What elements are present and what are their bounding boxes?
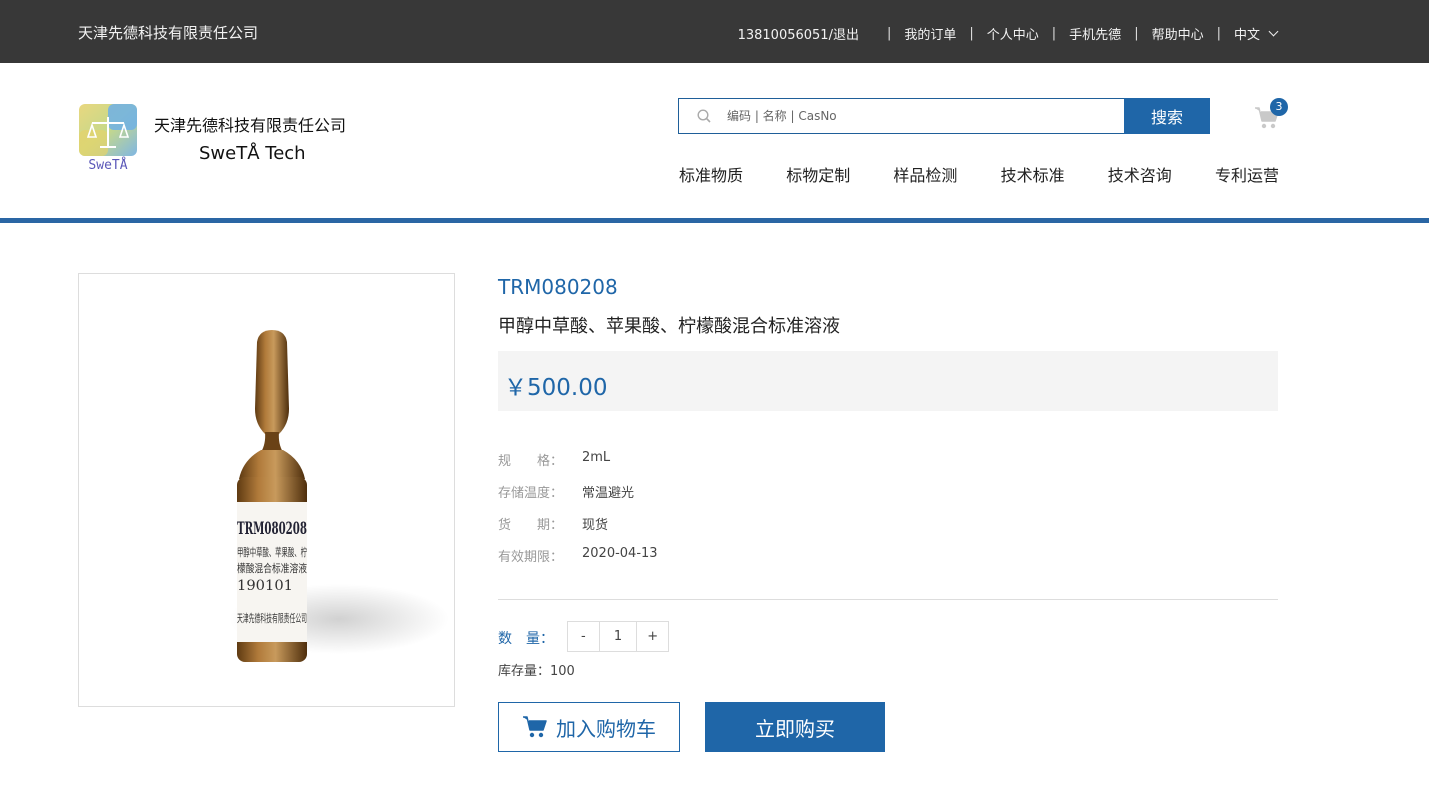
cart-count-badge: 3 bbox=[1270, 98, 1288, 116]
product-code: TRM080208 bbox=[498, 275, 618, 299]
spec-value: 2mL bbox=[582, 450, 611, 465]
language-label: 中文 bbox=[1233, 28, 1260, 43]
spec-label: 存储温度： bbox=[498, 486, 564, 501]
company-logo[interactable]: SweTÅ bbox=[78, 103, 138, 173]
vial-label-lot: 190101 bbox=[237, 578, 293, 594]
quantity-increase-button[interactable]: + bbox=[637, 622, 668, 651]
nav-item-patent-operations[interactable]: 专利运营 bbox=[1215, 162, 1279, 186]
quantity-label: 数 量： bbox=[498, 631, 554, 647]
nav-item-technical-standards[interactable]: 技术标准 bbox=[1001, 162, 1065, 186]
logo-text: SweTÅ bbox=[88, 157, 127, 173]
product-image-box[interactable]: TRM080208 甲醇中草酸、苹果酸、柠 檬酸混合标准溶液 190101 天津… bbox=[78, 273, 455, 707]
product-specs: 规 格： 2mL 存储温度： 常温避光 货 期： 现货 有效期限： 2020-0… bbox=[498, 450, 658, 578]
vial-label-name-2: 檬酸混合标准溶液 bbox=[237, 561, 307, 575]
add-to-cart-button[interactable]: 加入购物车 bbox=[498, 702, 680, 752]
spec-row: 货 期： 现货 bbox=[498, 514, 658, 546]
product-image: TRM080208 甲醇中草酸、苹果酸、柠 檬酸混合标准溶液 190101 天津… bbox=[229, 330, 449, 662]
account-logout-link[interactable]: 13810056051/退出 bbox=[738, 24, 859, 43]
spec-value: 现货 bbox=[582, 518, 609, 533]
brand-name-en: SweTÅ Tech bbox=[199, 143, 306, 164]
buy-now-button[interactable]: 立即购买 bbox=[705, 702, 885, 752]
mobile-link[interactable]: 手机先德 bbox=[1069, 24, 1121, 43]
search-box bbox=[678, 98, 1124, 134]
product-price: ￥500.00 bbox=[504, 375, 608, 401]
spec-value: 常温避光 bbox=[582, 486, 635, 501]
top-links: 13810056051/退出 | 我的订单 | 个人中心 | 手机先德 | 帮助… bbox=[738, 24, 1279, 43]
spec-label: 有效期限： bbox=[498, 550, 564, 565]
top-company-name: 天津先德科技有限责任公司 bbox=[78, 24, 259, 42]
stock-count: 库存量：100 bbox=[498, 664, 575, 679]
nav-item-custom-standards[interactable]: 标物定制 bbox=[786, 162, 850, 186]
spec-label: 货 期： bbox=[498, 518, 564, 533]
vial-label-code: TRM080208 bbox=[237, 519, 307, 539]
spec-row: 规 格： 2mL bbox=[498, 450, 658, 482]
nav-item-standard-materials[interactable]: 标准物质 bbox=[679, 162, 743, 186]
header-divider bbox=[0, 218, 1429, 223]
help-center-link[interactable]: 帮助中心 bbox=[1152, 24, 1204, 43]
search-icon bbox=[697, 109, 711, 123]
search-input[interactable] bbox=[679, 99, 1124, 133]
spec-value: 2020-04-13 bbox=[582, 546, 658, 561]
my-orders-link[interactable]: 我的订单 bbox=[904, 24, 956, 43]
shopping-cart-icon bbox=[523, 716, 547, 738]
spec-row: 有效期限： 2020-04-13 bbox=[498, 546, 658, 578]
nav-item-sample-testing[interactable]: 样品检测 bbox=[893, 162, 957, 186]
chevron-down-icon bbox=[1268, 26, 1279, 37]
quantity-input[interactable]: 1 bbox=[598, 622, 638, 651]
search-button[interactable]: 搜索 bbox=[1124, 98, 1210, 134]
main-nav: 标准物质 标物定制 样品检测 技术标准 技术咨询 专利运营 bbox=[679, 162, 1279, 186]
quantity-stepper: - 1 + bbox=[567, 621, 669, 652]
add-to-cart-label: 加入购物车 bbox=[556, 716, 656, 741]
brand-name-cn: 天津先德科技有限责任公司 bbox=[154, 116, 347, 135]
search-bar: 搜索 bbox=[678, 98, 1210, 134]
section-divider bbox=[498, 599, 1278, 600]
vial-label-name-1: 甲醇中草酸、苹果酸、柠 bbox=[237, 545, 307, 559]
top-bar: 天津先德科技有限责任公司 13810056051/退出 | 我的订单 | 个人中… bbox=[0, 0, 1429, 63]
spec-label: 规 格： bbox=[498, 454, 564, 469]
product-name: 甲醇中草酸、苹果酸、柠檬酸混合标准溶液 bbox=[498, 316, 840, 337]
price-box: ￥500.00 bbox=[498, 351, 1278, 411]
spec-row: 存储温度： 常温避光 bbox=[498, 482, 658, 514]
language-selector[interactable]: 中文 bbox=[1233, 24, 1279, 43]
personal-center-link[interactable]: 个人中心 bbox=[987, 24, 1039, 43]
header: SweTÅ 天津先德科技有限责任公司 SweTÅ Tech 搜索 3 标准物质 … bbox=[0, 63, 1429, 218]
quantity-decrease-button[interactable]: - bbox=[568, 622, 599, 651]
nav-item-technical-consulting[interactable]: 技术咨询 bbox=[1108, 162, 1172, 186]
vial-label-maker: 天津先德科技有限责任公司 bbox=[237, 611, 307, 625]
